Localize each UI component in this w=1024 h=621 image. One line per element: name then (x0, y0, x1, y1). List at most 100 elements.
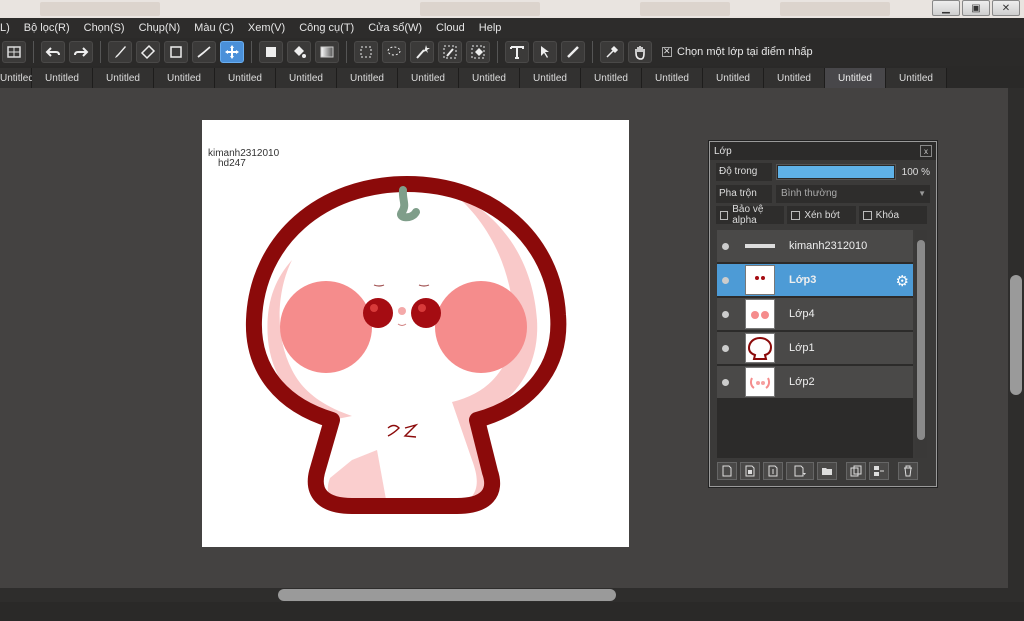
document-tab[interactable]: Untitled (154, 68, 215, 88)
document-tab[interactable]: Untitled (703, 68, 764, 88)
bucket-icon[interactable] (287, 41, 311, 63)
divide-icon[interactable] (561, 41, 585, 63)
layer-row[interactable]: Lớp2 (717, 366, 913, 399)
text-icon[interactable] (505, 41, 529, 63)
document-tab[interactable]: Untitled (520, 68, 581, 88)
visibility-icon[interactable] (717, 276, 733, 284)
document-tab[interactable]: Untitled (642, 68, 703, 88)
merge-layer-icon[interactable] (869, 462, 889, 480)
layer-row[interactable]: kimanh2312010 (717, 230, 913, 263)
menu-cloud[interactable]: Cloud (429, 22, 472, 34)
trash-icon[interactable] (898, 462, 918, 480)
lock-checkbox[interactable]: Khóa (858, 206, 927, 224)
duplicate-layer-icon[interactable] (846, 462, 866, 480)
opacity-slider[interactable] (776, 164, 896, 180)
shape-icon[interactable] (164, 41, 188, 63)
document-tab[interactable]: Untitled (32, 68, 93, 88)
blurred-tab (420, 2, 540, 16)
hand-icon[interactable] (628, 41, 652, 63)
layer-list: kimanh2312010 Lớp3 ⚙ Lớp4 Lớp1 Lớp2 (717, 230, 913, 458)
menu-layer[interactable]: L) (0, 22, 17, 34)
drawing-canvas[interactable]: kimanh2312010 hd247 (202, 120, 629, 547)
new-layer-icon[interactable] (717, 462, 737, 480)
select-layer-checkbox[interactable] (662, 46, 672, 57)
brush-icon[interactable] (108, 41, 132, 63)
visibility-icon[interactable] (717, 344, 733, 352)
menu-filter[interactable]: Bộ lọc(R) (17, 22, 77, 34)
redo-icon[interactable] (69, 41, 93, 63)
horizontal-scroll-thumb[interactable] (278, 589, 616, 601)
minimize-button[interactable]: ▁ (932, 0, 960, 16)
close-button[interactable]: ✕ (992, 0, 1020, 16)
layer-name: kimanh2312010 (789, 240, 868, 252)
protect-alpha-label: Bảo vệ alpha (732, 204, 764, 226)
blend-mode-select[interactable]: Bình thường ▼ (776, 185, 930, 203)
menu-view[interactable]: Xem(V) (241, 22, 292, 34)
operation-icon[interactable] (533, 41, 557, 63)
checkbox-icon (791, 210, 801, 220)
protect-alpha-checkbox[interactable]: Bảo vệ alpha (716, 204, 785, 226)
layer-row[interactable]: Lớp1 (717, 332, 913, 365)
opacity-fill (778, 166, 894, 178)
select-pen-icon[interactable] (438, 41, 462, 63)
document-tab[interactable]: Untitled (825, 68, 886, 88)
menu-snap[interactable]: Chụp(N) (132, 22, 188, 34)
gear-icon[interactable]: ⚙ (896, 272, 909, 290)
eyedropper-icon[interactable] (600, 41, 624, 63)
blurred-tab (640, 2, 730, 16)
select-eraser-icon[interactable] (466, 41, 490, 63)
toolbar: Chọn một lớp tại điểm nhấp (0, 38, 1024, 66)
document-tab[interactable]: Untitled (0, 68, 34, 88)
visibility-icon[interactable] (717, 310, 733, 318)
folder-icon[interactable] (817, 462, 837, 480)
close-icon[interactable]: x (920, 145, 932, 157)
grid-icon[interactable] (2, 41, 26, 63)
fill-rect-icon[interactable] (259, 41, 283, 63)
document-tab[interactable]: Untitled (93, 68, 154, 88)
document-tab[interactable]: Untitled (215, 68, 276, 88)
menu-help[interactable]: Help (472, 22, 509, 34)
magic-wand-icon[interactable] (410, 41, 434, 63)
menu-window[interactable]: Cửa sổ(W) (361, 22, 429, 34)
rect-select-icon[interactable] (354, 41, 378, 63)
visibility-icon[interactable] (717, 378, 733, 386)
document-tab[interactable]: Untitled (886, 68, 947, 88)
new-8bit-layer-icon[interactable] (740, 462, 760, 480)
visibility-icon[interactable] (717, 242, 733, 250)
menu-color[interactable]: Màu (C) (187, 22, 241, 34)
eraser-icon[interactable] (136, 41, 160, 63)
document-tab[interactable]: Untitled (764, 68, 825, 88)
line-icon[interactable] (192, 41, 216, 63)
layer-row[interactable]: Lớp4 (717, 298, 913, 331)
select-layer-on-click-option[interactable]: Chọn một lớp tại điểm nhấp (662, 46, 813, 58)
menu-select[interactable]: Chọn(S) (77, 22, 132, 34)
document-tab[interactable]: Untitled (581, 68, 642, 88)
undo-icon[interactable] (41, 41, 65, 63)
layer-thumbnail (745, 299, 775, 329)
document-tab[interactable]: Untitled (459, 68, 520, 88)
maximize-button[interactable]: ▣ (962, 0, 990, 16)
opacity-label: Độ trong (716, 163, 772, 181)
move-icon[interactable] (220, 41, 244, 63)
document-tabs: Untitled Untitled Untitled Untitled Untitled… (0, 66, 1024, 88)
layer-row-selected[interactable]: Lớp3 ⚙ (717, 264, 913, 297)
layer-list-scrollbar[interactable] (915, 230, 927, 458)
blurred-tab (40, 2, 160, 16)
menu-tools[interactable]: Công cụ(T) (292, 22, 361, 34)
blurred-tab (780, 2, 890, 16)
clipping-label: Xén bớt (804, 209, 840, 221)
vertical-scroll-thumb[interactable] (1010, 275, 1022, 395)
layer-thumbnail (745, 367, 775, 397)
clipping-checkbox[interactable]: Xén bớt (787, 206, 856, 224)
document-tab[interactable]: Untitled (276, 68, 337, 88)
new-1bit-layer-icon[interactable] (763, 462, 783, 480)
layers-panel-titlebar[interactable]: Lớp x (710, 142, 936, 160)
layer-list-scroll-thumb[interactable] (917, 240, 925, 440)
lasso-icon[interactable] (382, 41, 406, 63)
document-tab[interactable]: Untitled (398, 68, 459, 88)
document-tab[interactable]: Untitled (337, 68, 398, 88)
lock-label: Khóa (875, 209, 900, 221)
layers-panel-title: Lớp (714, 145, 732, 157)
gradient-icon[interactable] (315, 41, 339, 63)
add-layer-dropdown-icon[interactable] (786, 462, 814, 480)
